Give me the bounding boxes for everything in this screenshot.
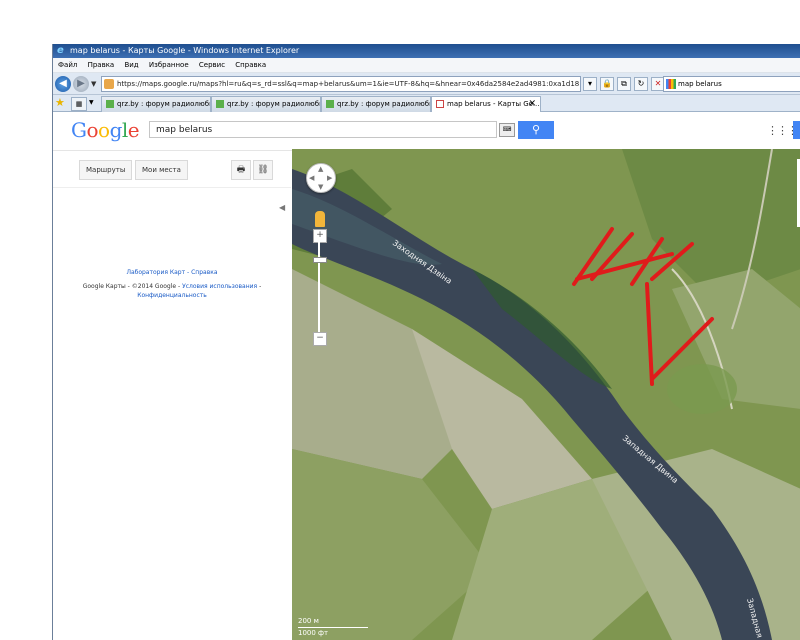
satellite-imagery xyxy=(292,149,800,640)
labs-links: Лаборатория Карт - Справка xyxy=(126,269,218,276)
browser-window: e map belarus - Карты Google - Windows In… xyxy=(52,44,800,640)
qrz-favicon-icon xyxy=(326,100,334,108)
google-logo[interactable]: Google xyxy=(71,118,140,142)
qrz-favicon-icon xyxy=(216,100,224,108)
tab-bar: ★ ▦ ▼ qrz.by : форум радиолюби... qrz.by… xyxy=(53,95,800,113)
collapse-panel-icon[interactable]: ◀ xyxy=(279,203,285,212)
tab-label: qrz.by : форум радиолюби... xyxy=(117,100,211,108)
refresh-icon[interactable]: ↻ xyxy=(634,77,648,91)
lock-icon[interactable]: 🔒 xyxy=(600,77,614,91)
close-tab-icon[interactable]: ✕ xyxy=(528,97,536,112)
tab-list-dropdown-icon[interactable]: ▼ xyxy=(89,98,97,108)
menu-help[interactable]: Справка xyxy=(235,58,266,72)
zoom-slider-track[interactable] xyxy=(318,242,320,334)
tab-qrz-3[interactable]: qrz.by : форум радиолюби... xyxy=(321,96,431,113)
tab-label: qrz.by : форум радиолюби... xyxy=(227,100,321,108)
credits: Google Карты - ©2014 Google - Условия ис… xyxy=(82,283,262,299)
tab-map-belarus[interactable]: map belarus - Карты Go... ✕ xyxy=(431,96,541,113)
sign-in-button[interactable] xyxy=(793,121,800,139)
pan-down-icon[interactable]: ▼ xyxy=(318,183,323,191)
terms-link[interactable]: Условия использования xyxy=(182,283,257,290)
print-icon[interactable]: 🖶 xyxy=(231,160,251,180)
quick-tabs-icon[interactable]: ▦ xyxy=(71,97,87,111)
search-icon: ⚲ xyxy=(531,123,541,136)
qrz-favicon-icon xyxy=(106,100,114,108)
pan-left-icon[interactable]: ◀ xyxy=(309,174,314,182)
menu-view[interactable]: Вид xyxy=(124,58,138,72)
menu-tools[interactable]: Сервис xyxy=(199,58,225,72)
scale-bar: 200 м 1000 фт xyxy=(298,617,368,638)
google-search-provider-icon xyxy=(666,79,676,89)
keyboard-icon[interactable]: ⌨ xyxy=(499,123,515,137)
google-header: Google map belarus ⌨ ⚲ ⋮⋮⋮ xyxy=(53,112,800,151)
scale-feet: 1000 фт xyxy=(298,629,329,637)
satellite-map[interactable]: Заходняя Дзвіна Западная Двина Западная … xyxy=(292,149,800,640)
left-panel: Маршруты Мои места 🖶 ⛓ ◀ Лаборатория Кар… xyxy=(53,151,291,640)
ie-search-text: map belarus xyxy=(678,80,722,88)
address-dropdown-icon[interactable]: ▾ xyxy=(583,77,597,91)
search-button[interactable]: ⚲ xyxy=(518,121,554,139)
address-bar-row: ◀ ▶ ▼ https://maps.google.ru/maps?hl=ru&… xyxy=(53,73,800,95)
maps-search-input[interactable]: map belarus xyxy=(149,121,497,138)
menu-favorites[interactable]: Избранное xyxy=(149,58,189,72)
pan-right-icon[interactable]: ▶ xyxy=(327,174,332,182)
privacy-link[interactable]: Конфиденциальность xyxy=(137,292,207,299)
address-input[interactable]: https://maps.google.ru/maps?hl=ru&q=s_rd… xyxy=(101,76,581,92)
help-link[interactable]: Справка xyxy=(191,269,217,276)
forward-button[interactable]: ▶ xyxy=(73,76,89,92)
compat-view-icon[interactable]: ⧉ xyxy=(617,77,631,91)
tab-qrz-2[interactable]: qrz.by : форум радиолюби... xyxy=(211,96,321,113)
tab-label: map belarus - Карты Go... xyxy=(447,100,540,108)
address-text: https://maps.google.ru/maps?hl=ru&q=s_rd… xyxy=(117,80,581,88)
menu-edit[interactable]: Правка xyxy=(88,58,115,72)
zoom-in-button[interactable]: + xyxy=(313,229,327,243)
pan-control[interactable]: ▲ ▼ ◀ ▶ xyxy=(306,163,336,193)
panel-divider xyxy=(53,187,291,188)
window-title: map belarus - Карты Google - Windows Int… xyxy=(70,46,300,55)
address-buttons: ▾ 🔒 ⧉ ↻ ✕ xyxy=(583,77,668,91)
favorites-star-icon[interactable]: ★ xyxy=(55,97,65,109)
labs-link[interactable]: Лаборатория Карт xyxy=(126,269,185,276)
tab-label: qrz.by : форум радиолюби... xyxy=(337,100,431,108)
my-places-button[interactable]: Мои места xyxy=(135,160,188,180)
ie-search-input[interactable]: map belarus xyxy=(663,76,800,92)
ie-icon: e xyxy=(57,45,64,56)
pan-up-icon[interactable]: ▲ xyxy=(318,165,323,173)
tab-qrz-1[interactable]: qrz.by : форум радиолюби... xyxy=(101,96,211,113)
title-bar: e map belarus - Карты Google - Windows In… xyxy=(53,44,800,58)
history-dropdown-icon[interactable]: ▼ xyxy=(91,80,96,88)
menu-file[interactable]: Файл xyxy=(58,58,77,72)
google-maps-favicon-icon xyxy=(436,100,444,108)
scale-line xyxy=(298,627,368,628)
zoom-slider-knob[interactable] xyxy=(313,257,327,263)
link-icon[interactable]: ⛓ xyxy=(253,160,273,180)
routes-button[interactable]: Маршруты xyxy=(79,160,133,180)
site-icon xyxy=(104,79,114,89)
zoom-out-button[interactable]: − xyxy=(313,332,327,346)
pegman-icon[interactable] xyxy=(315,211,325,227)
scale-meters: 200 м xyxy=(298,617,319,625)
back-button[interactable]: ◀ xyxy=(55,76,71,92)
copyright-text: Google Карты - ©2014 Google xyxy=(82,283,177,290)
menu-bar: Файл Правка Вид Избранное Сервис Справка xyxy=(53,58,800,73)
